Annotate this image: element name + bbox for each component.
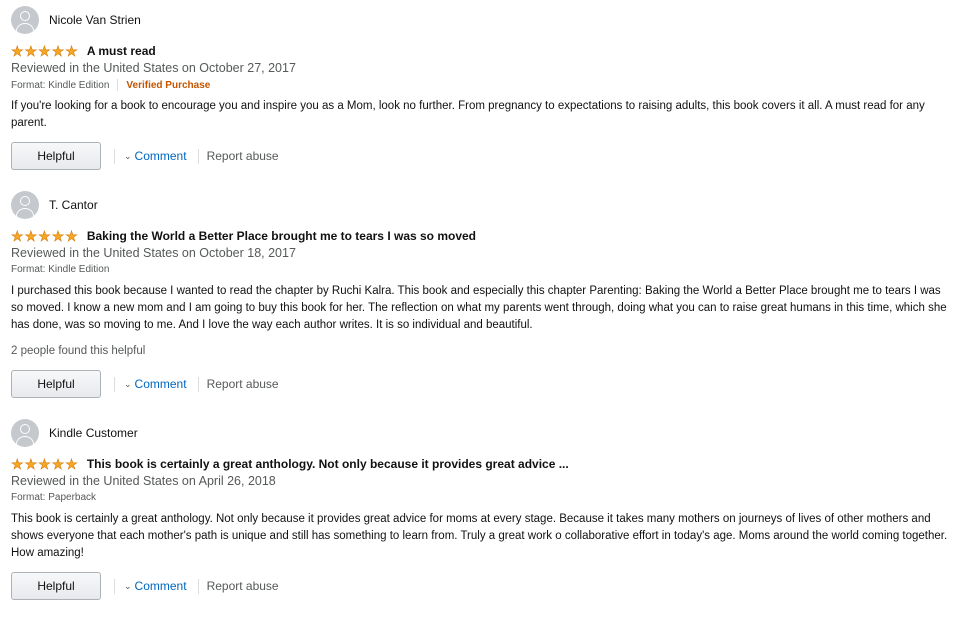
avatar-icon — [11, 6, 39, 34]
avatar-icon — [11, 191, 39, 219]
star-icon: ★ — [11, 43, 24, 59]
report-abuse-link[interactable]: Report abuse — [207, 579, 279, 593]
review-body: If you're looking for a book to encourag… — [11, 100, 925, 129]
star-icon: ★ — [38, 228, 51, 244]
divider — [197, 376, 199, 392]
reviewer-name: Kindle Customer — [49, 426, 138, 440]
divider — [197, 148, 199, 164]
star-icon: ★ — [38, 43, 51, 59]
chevron-down-icon: ⌄ — [124, 150, 132, 161]
chevron-down-icon: ⌄ — [124, 378, 132, 389]
reviewer-profile[interactable]: Kindle Customer — [11, 419, 138, 447]
comment-link[interactable]: ⌄ Comment — [124, 149, 187, 163]
star-icon: ★ — [11, 228, 24, 244]
reviewer-profile[interactable]: Nicole Van Strien — [11, 6, 141, 34]
divider — [197, 578, 199, 594]
comment-label: Comment — [134, 579, 187, 593]
comment-label: Comment — [134, 377, 187, 391]
star-icon: ★ — [51, 228, 65, 244]
star-icon: ★ — [65, 43, 78, 59]
chevron-down-icon: ⌄ — [124, 580, 132, 591]
comment-link[interactable]: ⌄ Comment — [124, 377, 187, 391]
review-date: Reviewed in the United States on October… — [11, 61, 296, 75]
star-rating[interactable]: ★ ★ ★ ★ ★ — [11, 456, 78, 472]
star-rating[interactable]: ★ ★ ★ ★ ★ — [11, 228, 78, 244]
divider — [117, 79, 119, 91]
star-icon: ★ — [65, 228, 78, 244]
verified-purchase-badge: Verified Purchase — [126, 79, 211, 91]
star-icon: ★ — [11, 456, 24, 472]
review-title[interactable]: Baking the World a Better Place brought … — [87, 229, 476, 243]
report-abuse-link[interactable]: Report abuse — [207, 149, 279, 163]
review-format[interactable]: Format: Kindle Edition — [11, 80, 109, 91]
star-icon: ★ — [24, 43, 38, 59]
helpful-count: 2 people found this helpful — [11, 345, 146, 357]
review-date: Reviewed in the United States on October… — [11, 246, 296, 260]
star-icon: ★ — [24, 456, 38, 472]
avatar-icon — [11, 419, 39, 447]
review-title[interactable]: A must read — [87, 44, 156, 58]
reviewer-name: T. Cantor — [49, 198, 98, 212]
comment-link[interactable]: ⌄ Comment — [124, 579, 187, 593]
reviews-list: Nicole Van Strien ★ ★ ★ ★ ★ A must read … — [0, 0, 966, 630]
divider — [114, 148, 115, 164]
comment-label: Comment — [134, 149, 187, 163]
star-icon: ★ — [51, 456, 65, 472]
star-icon: ★ — [38, 456, 51, 472]
report-abuse-link[interactable]: Report abuse — [207, 377, 279, 391]
reviewer-profile[interactable]: T. Cantor — [11, 191, 98, 219]
review-date: Reviewed in the United States on April 2… — [11, 474, 276, 488]
helpful-button[interactable]: Helpful — [11, 142, 101, 170]
review-title[interactable]: This book is certainly a great anthology… — [87, 457, 569, 471]
helpful-button[interactable]: Helpful — [11, 370, 101, 398]
divider — [114, 376, 115, 392]
divider — [114, 578, 115, 594]
star-icon: ★ — [51, 43, 65, 59]
review-format[interactable]: Format: Kindle Edition — [11, 264, 109, 275]
helpful-button[interactable]: Helpful — [11, 572, 101, 600]
star-icon: ★ — [24, 228, 38, 244]
review-format[interactable]: Format: Paperback — [11, 492, 96, 503]
review-body: I purchased this book because I wanted t… — [11, 285, 947, 331]
star-icon: ★ — [65, 456, 78, 472]
review-body: This book is certainly a great anthology… — [11, 513, 948, 559]
star-rating[interactable]: ★ ★ ★ ★ ★ — [11, 43, 78, 59]
reviewer-name: Nicole Van Strien — [49, 13, 141, 27]
